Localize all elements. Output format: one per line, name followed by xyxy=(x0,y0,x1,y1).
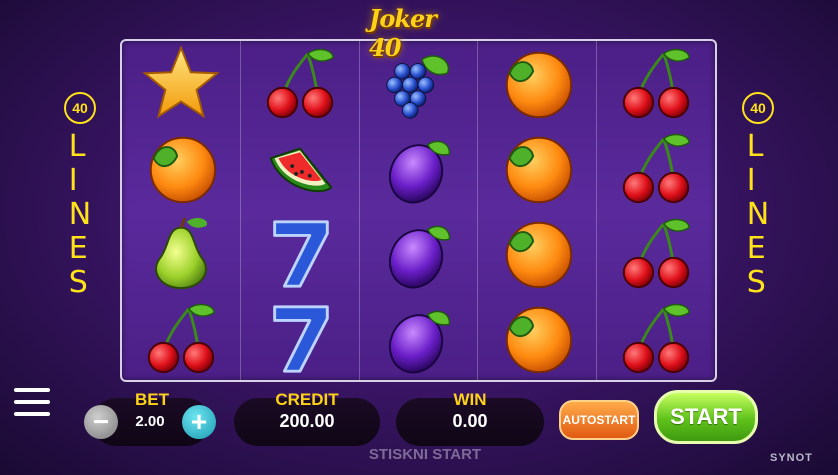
reel-4 xyxy=(478,41,598,380)
hint-text: STISKNI START xyxy=(368,446,482,463)
orange-icon xyxy=(478,41,596,126)
start-button[interactable]: START xyxy=(654,390,758,444)
win-panel: WIN 0.00 xyxy=(396,390,544,446)
game-logo: Joker 40 xyxy=(369,4,437,62)
plum-icon xyxy=(360,211,478,296)
credit-panel: CREDIT 200.00 xyxy=(234,390,380,446)
pear-icon xyxy=(122,211,240,296)
watermelon-icon xyxy=(241,126,359,211)
reel-1 xyxy=(122,41,241,380)
bet-value: 2.00 xyxy=(135,413,165,430)
reel-5 xyxy=(597,41,715,380)
win-label: WIN xyxy=(453,390,487,409)
cherry-icon xyxy=(597,41,715,126)
win-value: 0.00 xyxy=(452,411,488,431)
plum-icon xyxy=(360,126,478,211)
lines-count-right: 40 xyxy=(742,92,774,124)
reel-grid xyxy=(120,39,717,382)
lines-indicator-right: 40 LINES xyxy=(738,92,778,300)
star-icon xyxy=(122,41,240,126)
reel-3 xyxy=(360,41,479,380)
credit-value: 200.00 xyxy=(279,411,335,431)
orange-icon xyxy=(122,126,240,211)
lines-label-right: LINES xyxy=(746,129,770,300)
cherry-icon xyxy=(241,41,359,126)
cherry-icon xyxy=(597,211,715,296)
brand-logo: SYNOT xyxy=(770,452,813,464)
cherry-icon xyxy=(597,295,715,380)
credit-label: CREDIT xyxy=(275,390,339,409)
bet-decrease-button[interactable]: − xyxy=(84,405,118,439)
orange-icon xyxy=(478,211,596,296)
orange-icon xyxy=(478,126,596,211)
orange-icon xyxy=(478,295,596,380)
seven-icon xyxy=(241,295,359,380)
menu-icon[interactable] xyxy=(14,384,50,420)
seven-icon xyxy=(241,211,359,296)
cherry-icon xyxy=(597,126,715,211)
reel-2 xyxy=(241,41,360,380)
bet-increase-button[interactable]: + xyxy=(182,405,216,439)
autostart-button[interactable]: AUTOSTART xyxy=(559,400,639,440)
lines-indicator-left: 40 LINES xyxy=(60,92,100,300)
cherry-icon xyxy=(122,295,240,380)
plum-icon xyxy=(360,295,478,380)
lines-label-left: LINES xyxy=(68,129,92,300)
lines-count-left: 40 xyxy=(64,92,96,124)
